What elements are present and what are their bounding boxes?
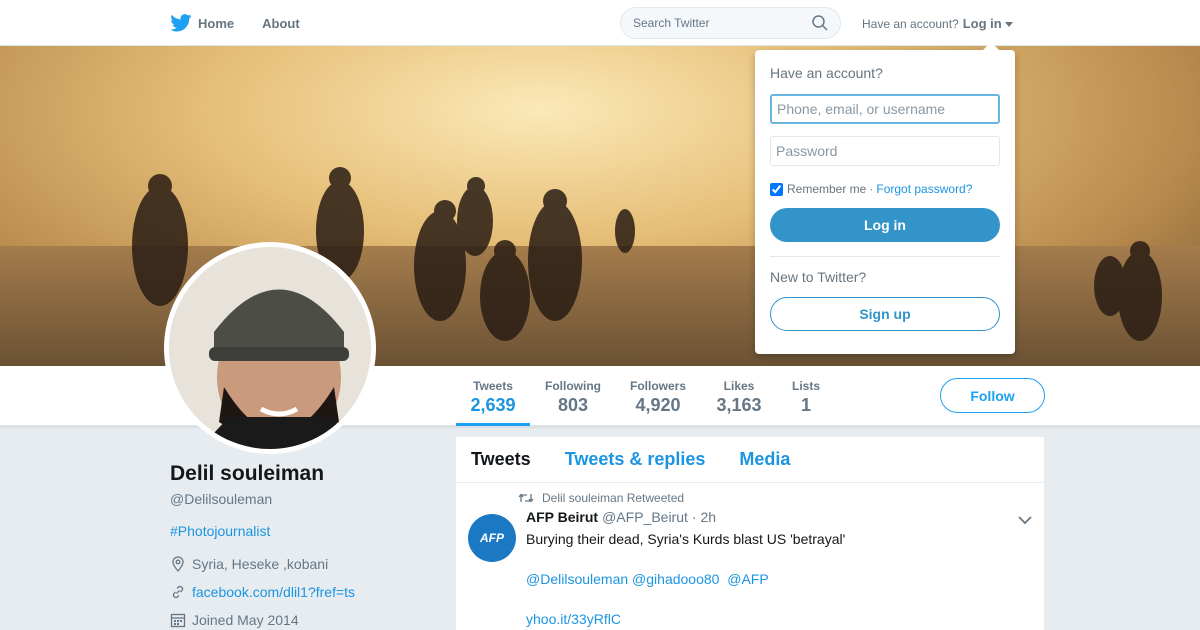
- username-field[interactable]: [770, 94, 1000, 124]
- avatar-portrait-image: [169, 247, 371, 449]
- tweet-author-name[interactable]: AFP Beirut: [526, 509, 598, 525]
- chevron-down-icon[interactable]: [1018, 515, 1032, 525]
- stat-followers-value: 4,920: [635, 395, 681, 415]
- remember-me-checkbox[interactable]: [770, 182, 783, 196]
- tweet-body: Burying their dead, Syria's Kurds blast …: [526, 529, 1029, 629]
- login-toggle[interactable]: Log in: [963, 16, 1013, 31]
- stat-lists-label: Lists: [791, 379, 820, 393]
- login-button[interactable]: Log in: [770, 208, 1000, 242]
- remember-separator: ·: [869, 182, 874, 196]
- profile-website: facebook.com/dlil1?fref=ts: [170, 584, 355, 600]
- dropdown-divider: [770, 256, 1000, 257]
- mention-link[interactable]: @AFP: [727, 571, 768, 587]
- tweet-time[interactable]: · 2h: [692, 509, 716, 525]
- retweet-context: Delil souleiman Retweeted: [518, 491, 1029, 505]
- tweet-text: Burying their dead, Syria's Kurds blast …: [526, 531, 846, 547]
- nav-home-label: Home: [198, 15, 235, 31]
- nav-home[interactable]: Home: [170, 14, 234, 32]
- login-toggle-label: Log in: [962, 16, 1002, 31]
- search-icon[interactable]: [812, 15, 828, 31]
- tweet-author-handle[interactable]: @AFP_Beirut: [602, 509, 688, 525]
- link-icon: [172, 585, 184, 599]
- stat-tweets-value: 2,639: [470, 395, 516, 415]
- caret-down-icon: [1004, 22, 1013, 28]
- retweet-label: Delil souleiman Retweeted: [542, 491, 685, 505]
- joined-text: Joined May 2014: [192, 612, 299, 628]
- remember-me-label: Remember me: [787, 182, 867, 196]
- stat-following-label: Following: [545, 379, 601, 393]
- follow-button[interactable]: Follow: [940, 378, 1045, 413]
- tweet[interactable]: Delil souleiman Retweeted AFP AFP Beirut…: [456, 483, 1044, 630]
- tab-tweets[interactable]: Tweets: [471, 449, 531, 470]
- tab-tweets-replies[interactable]: Tweets & replies: [565, 449, 706, 470]
- profile-joined: Joined May 2014: [170, 612, 299, 628]
- forgot-password-link[interactable]: Forgot password?: [876, 182, 972, 196]
- stat-tweets[interactable]: Tweets 2,639: [456, 366, 530, 426]
- profile-handle[interactable]: @Delilsouleman: [170, 491, 272, 507]
- new-to-twitter-text: New to Twitter?: [770, 269, 867, 285]
- signup-button[interactable]: Sign up: [770, 297, 1000, 331]
- tweet-header: AFP Beirut @AFP_Beirut · 2h: [526, 509, 1029, 525]
- timeline: Tweets Tweets & replies Media Delil soul…: [456, 437, 1044, 630]
- dropdown-title: Have an account?: [770, 65, 883, 81]
- stat-lists-value: 1: [800, 395, 811, 415]
- twitter-bird-icon: [170, 14, 192, 32]
- search-input[interactable]: [633, 16, 812, 30]
- stat-followers-label: Followers: [629, 379, 686, 393]
- profile-name: Delil souleiman: [170, 462, 325, 485]
- stat-following[interactable]: Following 803: [540, 366, 606, 426]
- account-prompt: Have an account? Log in: [862, 16, 1013, 31]
- tweet-author-avatar[interactable]: AFP: [468, 514, 516, 562]
- mention-link[interactable]: @gihadooo80: [632, 571, 719, 587]
- stat-tweets-label: Tweets: [473, 379, 513, 393]
- avatar-photo: [169, 247, 371, 449]
- password-field[interactable]: [770, 136, 1000, 166]
- profile-avatar[interactable]: [164, 242, 376, 454]
- login-dropdown: Have an account? Remember me · Forgot pa…: [755, 42, 1015, 354]
- mention-link[interactable]: @Delilsouleman: [526, 571, 628, 587]
- profile-location: Syria, Heseke ,kobani: [170, 556, 328, 572]
- stat-likes-value: 3,163: [716, 395, 762, 415]
- location-pin-icon: [172, 556, 184, 572]
- have-account-text: Have an account?: [862, 16, 959, 31]
- tweet-mentions: @Delilsouleman @gihadooo80 @AFP: [526, 569, 1029, 589]
- stat-likes[interactable]: Likes 3,163: [712, 366, 766, 426]
- search-box: [620, 7, 841, 39]
- stat-followers[interactable]: Followers 4,920: [624, 366, 692, 426]
- timeline-tabs: Tweets Tweets & replies Media: [456, 437, 1044, 483]
- stat-lists[interactable]: Lists 1: [786, 366, 826, 426]
- top-navigation-bar: Home About Have an account? Log in: [0, 0, 1200, 46]
- website-link[interactable]: facebook.com/dlil1?fref=ts: [192, 584, 355, 600]
- profile-bio-hashtag[interactable]: #Photojournalist: [170, 523, 270, 539]
- calendar-icon: [170, 613, 186, 628]
- nav-about-label: About: [262, 15, 300, 31]
- nav-about[interactable]: About: [262, 16, 300, 31]
- tab-media[interactable]: Media: [739, 449, 790, 470]
- retweet-icon: [518, 493, 534, 503]
- stat-following-value: 803: [557, 395, 589, 415]
- stat-likes-label: Likes: [723, 379, 755, 393]
- tweet-url-link[interactable]: yhoo.it/33yRflC: [526, 609, 1029, 629]
- remember-row: Remember me · Forgot password?: [770, 182, 1000, 196]
- location-text: Syria, Heseke ,kobani: [192, 556, 329, 572]
- nav-left: Home About: [170, 0, 328, 46]
